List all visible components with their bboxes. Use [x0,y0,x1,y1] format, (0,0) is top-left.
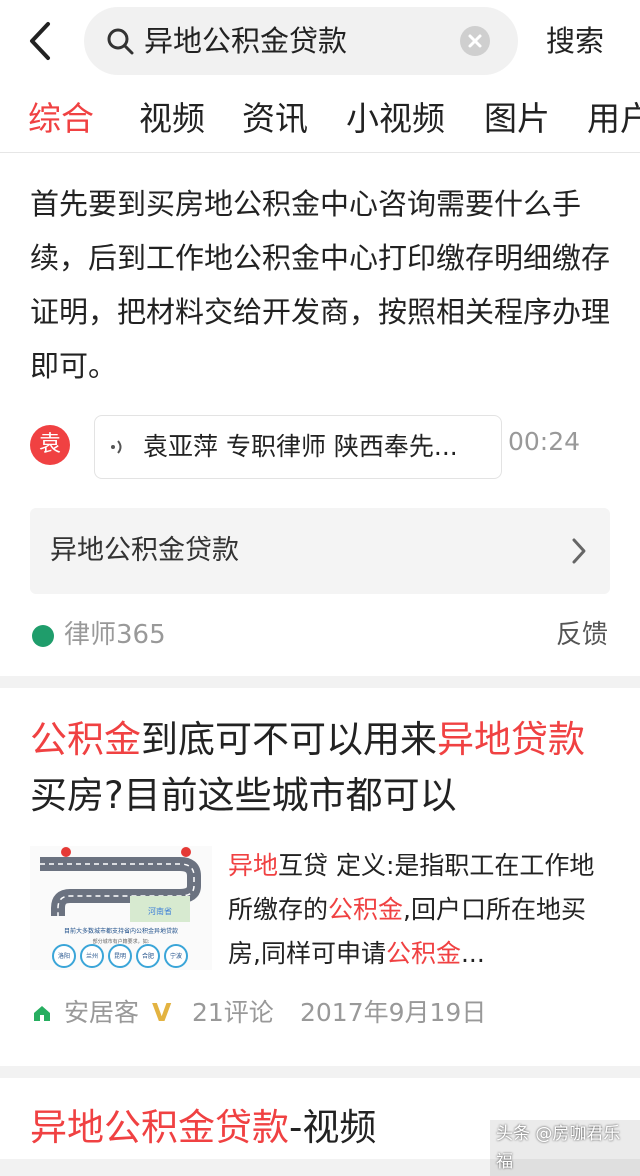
top-bar: 异地公积金贷款 搜索 [0,0,640,84]
title-highlight: 异地公积金贷款 [30,1106,289,1149]
article-title[interactable]: 公积金到底可不可以用来异地贷款买房?目前这些城市都可以 [30,712,620,824]
city-label: 宁波 [170,952,182,960]
thumbnail-caption: 目前大多数城市都支持省内公积金异地贷款 [64,927,178,935]
tab-video[interactable]: 视频 [139,96,205,142]
article-snippet: 异地互贷 定义:是指职工在工作地所缴存的公积金,回户口所在地买房,同样可申请公积… [228,844,616,976]
tab-images[interactable]: 图片 [484,96,550,142]
lawyer365-logo-icon [32,625,54,647]
tab-users[interactable]: 用户 [587,96,640,142]
verified-badge: V [152,998,172,1027]
city-label: 昆明 [114,953,126,960]
title-text: -视频 [289,1106,377,1149]
title-text: 到底可不可以用来 [141,718,437,761]
source-name[interactable]: 律师365 [64,615,166,655]
feedback-button[interactable]: 反馈 [556,615,608,655]
category-tabs: 综合 视频 资讯 小视频 图片 用户 [0,84,640,153]
city-label: 兰州 [86,952,98,960]
audio-player[interactable]: 袁亚萍 专职律师 陕西奉先... [94,415,502,479]
article-card[interactable]: 公积金到底可不可以用来异地贷款买房?目前这些城市都可以 河南省 目前大多数城市都… [0,688,640,1066]
search-icon [107,28,134,55]
snippet-highlight: 异地 [228,851,279,880]
thumbnail-subcaption: 部分城市有户籍要求，如: [93,938,150,945]
avatar[interactable]: 袁 [30,425,70,465]
tab-short-video[interactable]: 小视频 [346,96,445,142]
title-highlight: 异地贷款 [437,718,585,761]
chevron-right-icon [572,538,586,564]
tab-all[interactable]: 综合 [28,96,94,142]
watermark: 头条 @房咖君乐福 [490,1120,640,1176]
article-thumbnail[interactable]: 河南省 目前大多数城市都支持省内公积金异地贷款 部分城市有户籍要求，如: 洛阳 … [30,846,212,970]
tab-news[interactable]: 资讯 [242,96,308,142]
snippet-text: ... [460,939,485,968]
related-search[interactable]: 异地公积金贷款 [30,508,610,594]
sound-wave-icon [111,440,122,454]
audio-title: 袁亚萍 专职律师 陕西奉先... [143,432,458,461]
article-meta: 安居客 V 21评论 2017年9月19日 [30,993,610,1033]
audio-duration: 00:24 [508,427,581,456]
publish-date: 2017年9月19日 [300,998,487,1027]
answer-text: 首先要到买房地公积金中心咨询需要什么手续，后到工作地公积金中心打印缴存明细缴存证… [30,187,611,383]
anjuke-house-icon [34,1006,50,1021]
city-label: 洛阳 [58,952,70,960]
answer-card[interactable]: 首先要到买房地公积金中心咨询需要什么手续，后到工作地公积金中心打印缴存明细缴存证… [0,153,640,676]
thumbnail-city-badges: 洛阳 兰州 昆明 合肥 宁波 [52,944,188,968]
source-name[interactable]: 安居客 [64,993,139,1033]
back-arrow-icon[interactable] [22,18,58,64]
comment-count: 21评论 [192,998,274,1027]
title-text: 买房?目前这些城市都可以 [30,774,457,817]
city-label: 合肥 [142,952,154,960]
search-box[interactable]: 异地公积金贷款 [84,7,518,75]
clear-icon[interactable] [460,26,490,56]
thumbnail-map-label: 河南省 [148,906,172,916]
snippet-highlight: 公积金 [328,895,404,924]
search-input[interactable]: 异地公积金贷款 [144,20,347,62]
related-search-label: 异地公积金贷款 [50,535,239,566]
search-button[interactable]: 搜索 [546,18,604,64]
snippet-highlight: 公积金 [385,939,461,968]
title-highlight: 公积金 [30,718,141,761]
